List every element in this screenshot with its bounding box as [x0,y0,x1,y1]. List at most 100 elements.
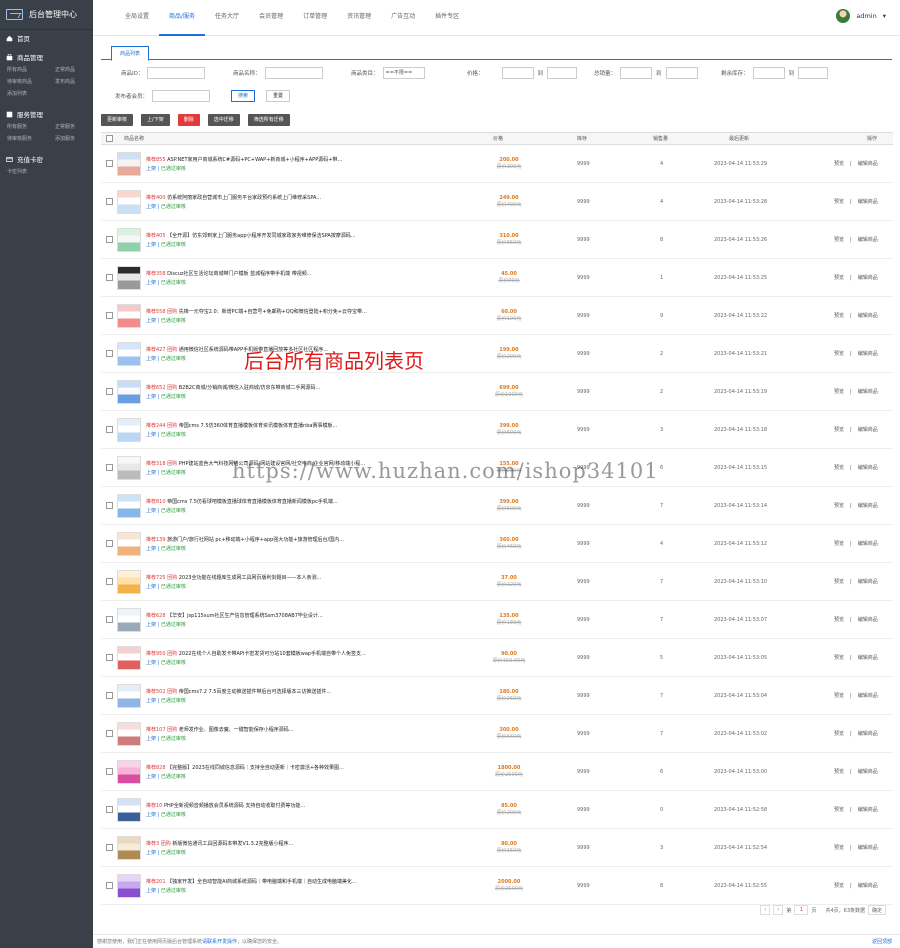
filter-id-input[interactable] [147,67,206,79]
edit-link[interactable]: 编辑商品 [858,844,878,851]
sidebar-group-service-head[interactable]: 服务管理 [6,108,93,120]
row-checkbox[interactable] [106,312,113,319]
status-on[interactable]: 上架 [146,584,156,590]
filter-sold-min[interactable] [620,67,653,79]
product-thumbnail[interactable] [117,759,141,784]
top-nav-item[interactable]: 插件专区 [425,0,469,36]
edit-link[interactable]: 编辑商品 [858,388,878,395]
preview-link[interactable]: 预览 [834,426,844,433]
product-thumbnail[interactable] [117,151,141,176]
page-input[interactable]: 1 [794,905,809,915]
status-on[interactable]: 上架 [146,888,156,894]
product-thumbnail[interactable] [117,379,141,404]
status-on[interactable]: 上架 [146,166,156,172]
sidebar-item-normal-service[interactable]: 正常服务 [55,123,95,130]
row-checkbox[interactable] [106,198,113,205]
sidebar-item-all-service[interactable]: 所有服务 [7,123,55,130]
row-checkbox[interactable] [106,274,113,281]
preview-link[interactable]: 预览 [834,540,844,547]
preview-link[interactable]: 预览 [834,616,844,623]
reset-button[interactable]: 重置 [266,90,291,102]
row-checkbox[interactable] [106,236,113,243]
back-to-top-link[interactable]: 返回顶部 [872,938,892,945]
row-checkbox[interactable] [106,540,113,547]
row-checkbox[interactable] [106,730,113,737]
filter-category-select[interactable]: ==不限== [382,67,425,79]
status-on[interactable]: 上架 [146,204,156,210]
update-audit-button[interactable]: 更新审核 [101,114,134,126]
row-checkbox[interactable] [106,502,113,509]
top-nav-item[interactable]: 全局设置 [115,0,159,36]
product-thumbnail[interactable] [117,341,141,366]
product-thumbnail[interactable] [117,531,141,556]
product-thumbnail[interactable] [117,683,141,708]
status-on[interactable]: 上架 [146,774,156,780]
status-on[interactable]: 上架 [146,470,156,476]
tab-goods-list[interactable]: 商品列表 [111,46,150,61]
status-on[interactable]: 上架 [146,546,156,552]
row-checkbox[interactable] [106,692,113,699]
row-checkbox[interactable] [106,350,113,357]
preview-link[interactable]: 预览 [834,806,844,813]
status-on[interactable]: 上架 [146,736,156,742]
status-on[interactable]: 上架 [146,356,156,362]
row-checkbox[interactable] [106,806,113,813]
product-thumbnail[interactable] [117,265,141,290]
edit-link[interactable]: 编辑商品 [858,616,878,623]
product-title[interactable]: 推荐405 【全开源】仿东郊到家上门服务app小程序开发同城家政家务维修保洁SP… [146,232,406,239]
sidebar-item-normal-goods[interactable]: 正常商品 [55,66,95,73]
edit-link[interactable]: 编辑商品 [858,502,878,509]
top-nav-item[interactable]: 广告互动 [381,0,425,36]
product-title[interactable]: 推荐855 ASP.NET家用户商城系统C#源码+PC+WAP+新商城+小程序+… [146,156,406,163]
edit-link[interactable]: 编辑商品 [858,464,878,471]
edit-link[interactable]: 编辑商品 [858,274,878,281]
filter-stock-min[interactable] [752,67,785,79]
preview-link[interactable]: 预览 [834,844,844,851]
edit-link[interactable]: 编辑商品 [858,730,878,737]
delete-button[interactable]: 删除 [177,114,200,126]
product-thumbnail[interactable] [117,493,141,518]
footer-link[interactable]: 请联系开发操作 [202,938,237,945]
status-on[interactable]: 上架 [146,394,156,400]
sidebar-group-goods-head[interactable]: 商品管理 [6,51,93,63]
sidebar-item-add-service[interactable]: 添加服务 [55,135,95,142]
sidebar-item-card-list[interactable]: 卡密列表 [7,168,93,175]
top-nav-item[interactable]: 会员管理 [249,0,293,36]
row-checkbox[interactable] [106,388,113,395]
product-thumbnail[interactable] [117,721,141,746]
product-thumbnail[interactable] [117,417,141,442]
product-thumbnail[interactable] [117,797,141,822]
select-all-checkbox[interactable] [106,135,113,142]
edit-link[interactable]: 编辑商品 [858,350,878,357]
row-checkbox[interactable] [106,578,113,585]
product-thumbnail[interactable] [117,455,141,480]
preview-link[interactable]: 预览 [834,160,844,167]
product-title[interactable]: 推荐652 团购 B2B2C商城/分销商城/微信入驻商城/仿京东带商城二手网源码… [146,384,406,391]
sidebar-item-all-goods[interactable]: 所有商品 [7,66,55,73]
preview-link[interactable]: 预览 [834,502,844,509]
product-title[interactable]: 推荐725 团购 2023全功能在线题库生成网工具网页版利剑题目——本人亲测..… [146,574,406,581]
filter-seller-input[interactable] [152,90,211,102]
status-on[interactable]: 上架 [146,850,156,856]
edit-link[interactable]: 编辑商品 [858,654,878,661]
edit-link[interactable]: 编辑商品 [858,426,878,433]
product-title[interactable]: 推荐628 【华安】jsp115sum社区生产信息管理系统Ssm3708AB7毕… [146,612,406,619]
filter-price-max[interactable] [547,67,578,79]
edit-link[interactable]: 编辑商品 [858,882,878,889]
status-on[interactable]: 上架 [146,660,156,666]
sidebar-item-add-list[interactable]: 添加列表 [7,90,55,97]
preview-link[interactable]: 预览 [834,274,844,281]
product-thumbnail[interactable] [117,645,141,670]
preview-link[interactable]: 预览 [834,692,844,699]
status-on[interactable]: 上架 [146,318,156,324]
edit-link[interactable]: 编辑商品 [858,540,878,547]
preview-link[interactable]: 预览 [834,350,844,357]
sidebar-group-card-head[interactable]: 充值卡密 [6,153,93,165]
row-checkbox[interactable] [106,844,113,851]
status-on[interactable]: 上架 [146,280,156,286]
filter-price-min[interactable] [501,67,534,79]
next-page-button[interactable]: › [773,905,784,915]
product-title[interactable]: 推荐244 团购 帝国cms 7.5仿360体育直播模板体育资讯模板体育直播nb… [146,422,406,429]
preview-link[interactable]: 预览 [834,654,844,661]
product-title[interactable]: 推荐558 团购 先锋一元夺宝2.0：新增PC端+自营号+免邮购+QQ和微信登陆… [146,308,406,315]
